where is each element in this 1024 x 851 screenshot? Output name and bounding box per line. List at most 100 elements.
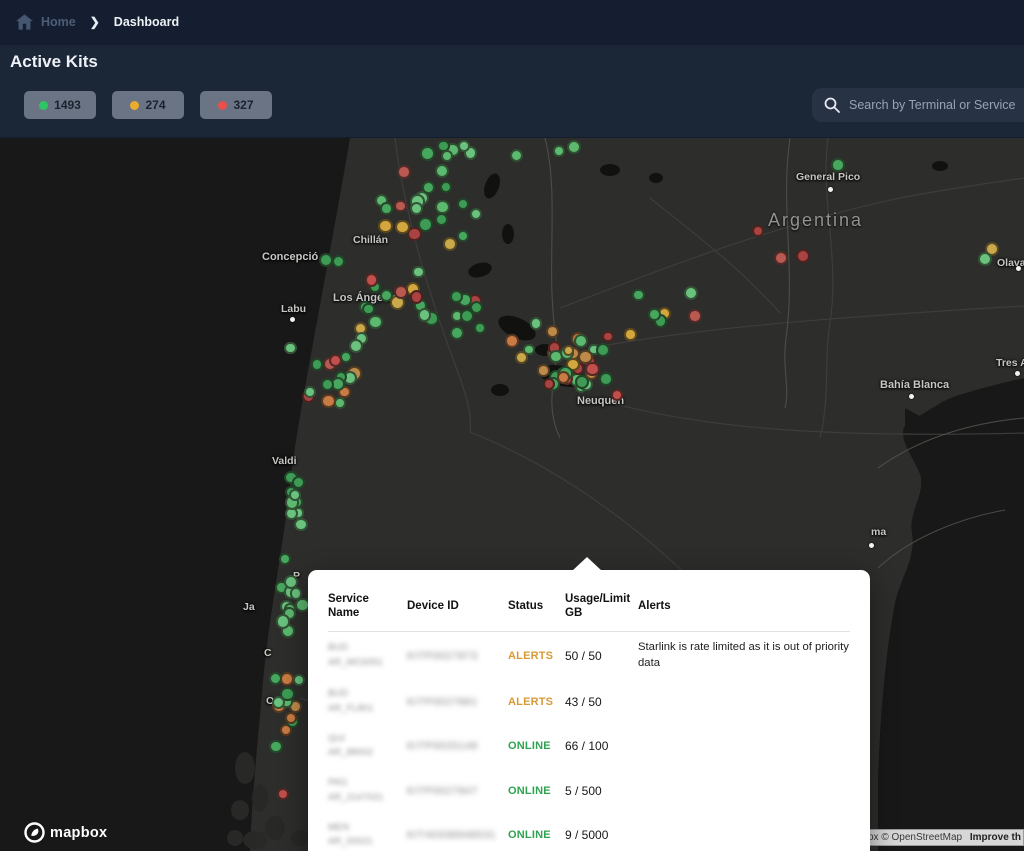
kit-marker-red[interactable] bbox=[397, 165, 411, 179]
kit-marker-green[interactable] bbox=[574, 334, 588, 348]
map-label: Bahía Blanca bbox=[880, 379, 949, 391]
kit-marker-green[interactable] bbox=[457, 230, 469, 242]
device-id-cell: KITP0027873 bbox=[407, 650, 501, 662]
column-header: Device ID bbox=[407, 599, 501, 613]
kit-marker-green[interactable] bbox=[831, 158, 844, 171]
page-title: Active Kits bbox=[10, 52, 98, 72]
map-label: Argentina bbox=[768, 210, 863, 231]
kit-table: Service NameDevice IDStatusUsage/Limit G… bbox=[328, 588, 850, 851]
kit-marker-green[interactable] bbox=[412, 266, 424, 278]
kit-marker-green[interactable] bbox=[269, 740, 282, 753]
kit-marker-green[interactable] bbox=[470, 208, 482, 220]
kit-marker-red[interactable] bbox=[688, 309, 701, 322]
kit-marker-green[interactable] bbox=[684, 286, 698, 300]
service-name-cell: BUDAR_MO3051 bbox=[328, 641, 400, 670]
kit-marker-green[interactable] bbox=[269, 672, 282, 685]
kit-marker-yellow[interactable] bbox=[443, 237, 457, 251]
kit-marker-green[interactable] bbox=[435, 213, 448, 226]
map-label: Chillán bbox=[353, 234, 388, 246]
status-counter-alert[interactable]: 327 bbox=[200, 91, 272, 119]
kit-marker-green[interactable] bbox=[648, 308, 661, 321]
status-counter-online[interactable]: 1493 bbox=[24, 91, 96, 119]
kit-marker-green[interactable] bbox=[279, 553, 291, 565]
kit-marker-green[interactable] bbox=[272, 696, 285, 709]
kit-marker-orange[interactable] bbox=[546, 325, 559, 338]
device-id-cell: KIT40338948531 bbox=[407, 829, 501, 841]
popup-pointer bbox=[572, 557, 602, 571]
town-dot bbox=[869, 543, 874, 548]
top-nav-bar: Home ❯ Dashboard bbox=[0, 0, 1024, 44]
home-icon[interactable] bbox=[16, 14, 33, 30]
column-header: Alerts bbox=[638, 599, 850, 613]
kit-marker-green[interactable] bbox=[567, 140, 581, 154]
kit-marker-green[interactable] bbox=[450, 290, 463, 303]
kit-marker-green[interactable] bbox=[510, 149, 523, 162]
kit-marker-orange[interactable] bbox=[505, 334, 519, 348]
breadcrumb-current: Dashboard bbox=[114, 15, 179, 29]
kit-marker-green[interactable] bbox=[321, 378, 334, 391]
map-label: C bbox=[264, 647, 272, 659]
status-count: 274 bbox=[145, 98, 165, 112]
kit-marker-green[interactable] bbox=[530, 317, 543, 330]
kit-marker-green[interactable] bbox=[420, 146, 435, 161]
kit-marker-yellow[interactable] bbox=[395, 220, 410, 235]
active-kits-panel: Active Kits 1493 274 327 bbox=[0, 45, 1024, 137]
kit-marker-yellow[interactable] bbox=[378, 219, 393, 234]
kit-marker-orange[interactable] bbox=[537, 364, 550, 377]
table-row[interactable]: BUDAR_FL801KITP0027881ALERTS43 / 50 bbox=[328, 679, 850, 724]
status-cell: ONLINE bbox=[508, 740, 558, 752]
kit-marker-red[interactable] bbox=[394, 200, 406, 212]
kit-marker-green[interactable] bbox=[368, 315, 383, 330]
search-box[interactable] bbox=[812, 88, 1024, 122]
attribution-osm-link[interactable]: © OpenStreetMap bbox=[881, 832, 962, 843]
app-window: Home ❯ Dashboard Active Kits 1493 274 327 bbox=[0, 0, 1024, 851]
kit-marker-red[interactable] bbox=[774, 251, 788, 265]
town-dot bbox=[909, 394, 914, 399]
breadcrumb-home-link[interactable]: Home bbox=[41, 15, 76, 29]
status-dot-icon bbox=[218, 101, 227, 110]
kit-marker-red[interactable] bbox=[543, 378, 555, 390]
kit-marker-green[interactable] bbox=[553, 145, 565, 157]
table-row[interactable]: MENAR_00021KIT40338948531ONLINE9 / 5000 bbox=[328, 813, 850, 851]
mapbox-logo[interactable]: mapbox bbox=[24, 822, 107, 843]
kit-marker-green[interactable] bbox=[349, 339, 363, 353]
kit-marker-red[interactable] bbox=[394, 285, 408, 299]
status-cell: ALERTS bbox=[508, 650, 558, 662]
usage-cell: 66 / 100 bbox=[565, 739, 631, 753]
search-input[interactable] bbox=[849, 98, 1024, 112]
map-canvas[interactable]: ArgentinaGeneral PicoOlavarrTres ArrBahí… bbox=[0, 138, 1024, 851]
kit-marker-green[interactable] bbox=[380, 202, 393, 215]
kit-marker-yellow[interactable] bbox=[624, 328, 636, 340]
kit-marker-green[interactable] bbox=[441, 150, 453, 162]
service-name-cell: PAGAR_2147021 bbox=[328, 776, 400, 805]
status-counter-warning[interactable]: 274 bbox=[112, 91, 184, 119]
kit-marker-green[interactable] bbox=[304, 386, 316, 398]
kit-marker-green[interactable] bbox=[284, 342, 296, 354]
map-label: Labu bbox=[281, 303, 306, 315]
town-dot bbox=[828, 187, 833, 192]
kit-marker-green[interactable] bbox=[289, 489, 301, 501]
kit-marker-green[interactable] bbox=[978, 252, 992, 266]
status-dot-icon bbox=[130, 101, 139, 110]
chevron-right-icon: ❯ bbox=[90, 15, 100, 29]
kit-marker-red[interactable] bbox=[365, 273, 378, 286]
kit-marker-green[interactable] bbox=[332, 255, 345, 268]
kit-marker-green[interactable] bbox=[474, 322, 486, 334]
kit-marker-green[interactable] bbox=[599, 372, 613, 386]
table-row[interactable]: QUIAR_88002KITP0025148ONLINE66 / 100 bbox=[328, 724, 850, 769]
town-dot bbox=[1015, 371, 1020, 376]
device-id-cell: KITP0027881 bbox=[407, 696, 501, 708]
table-row[interactable]: PAGAR_2147021KITP0027847ONLINE5 / 500 bbox=[328, 768, 850, 813]
kit-marker-green[interactable] bbox=[311, 358, 323, 370]
kit-marker-green[interactable] bbox=[276, 614, 291, 629]
improve-map-link[interactable]: Improve th bbox=[970, 832, 1021, 843]
kit-marker-green[interactable] bbox=[294, 518, 307, 531]
kit-marker-green[interactable] bbox=[290, 587, 302, 599]
kit-marker-red[interactable] bbox=[410, 290, 423, 303]
kit-marker-green[interactable] bbox=[418, 308, 431, 321]
kit-marker-green[interactable] bbox=[435, 200, 450, 215]
kit-marker-red[interactable] bbox=[602, 331, 614, 343]
table-row[interactable]: BUDAR_MO3051KITP0027873ALERTS50 / 50Star… bbox=[328, 632, 850, 680]
kit-marker-orange[interactable] bbox=[321, 394, 336, 409]
search-icon bbox=[824, 97, 840, 113]
